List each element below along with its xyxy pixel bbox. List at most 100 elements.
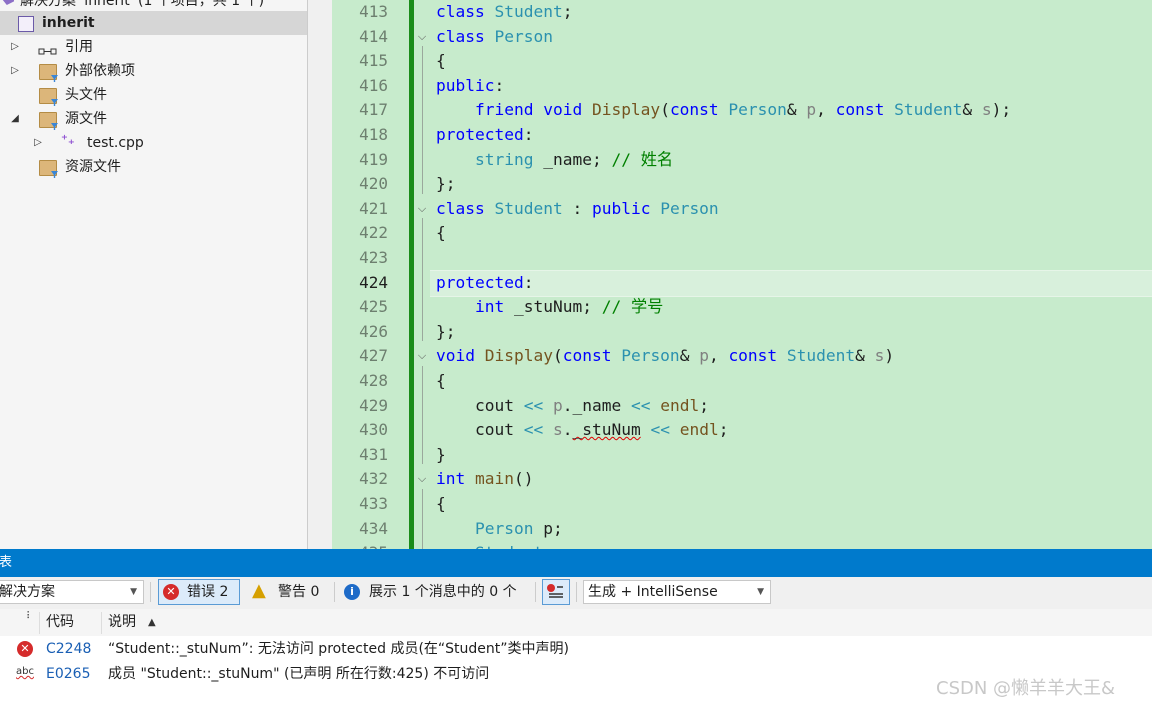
column-divider: [101, 612, 102, 634]
tree-item-external-deps[interactable]: ▷ 外部依赖项: [0, 59, 307, 83]
error-squiggle: _stuNum: [572, 420, 641, 440]
filter-folder-icon: [39, 160, 57, 176]
errors-filter-button[interactable]: ✕ 错误 2: [158, 579, 240, 605]
line-number: 421: [359, 198, 388, 218]
tree-item-label: 头文件: [65, 87, 107, 103]
line-number: 420: [359, 174, 388, 194]
cpp-project-icon: [18, 16, 34, 32]
column-divider: [39, 612, 40, 634]
code-line: protected:: [436, 125, 534, 144]
watermark: CSDN @懒羊羊大王&: [936, 678, 1116, 699]
tree-item-resource-files[interactable]: 资源文件: [0, 155, 307, 179]
line-number: 422: [359, 223, 388, 243]
table-row[interactable]: ✕ C2248 “Student::_stuNum”: 无法访问 protect…: [0, 637, 1152, 661]
line-number: 417: [359, 100, 388, 120]
filter-folder-icon: [39, 112, 57, 128]
code-line: {: [436, 494, 446, 513]
code-line: Student s;: [436, 541, 572, 549]
code-line: class Student;: [436, 2, 573, 21]
tree-item-references[interactable]: ▷ 引用: [0, 35, 307, 59]
error-description: 成员 "Student::_stuNum" (已声明 所在行数:425) 不可访…: [108, 666, 490, 682]
column-code[interactable]: 代码: [46, 609, 74, 636]
code-line: {: [436, 51, 446, 71]
code-line: int main(): [436, 469, 534, 489]
editor-left-margin: [308, 0, 332, 549]
expand-arrow-icon[interactable]: ▷: [9, 35, 21, 59]
scope-dropdown[interactable]: 解决方案 ▼: [0, 580, 144, 604]
expand-arrow-icon[interactable]: ▷: [32, 131, 44, 155]
warnings-filter-button[interactable]: ▲ 警告 0: [250, 580, 330, 604]
filter-list-icon: [546, 583, 564, 599]
chevron-down-icon: ▼: [757, 587, 764, 597]
scope-value: 解决方案: [0, 584, 55, 600]
tree-item-label: 引用: [65, 39, 93, 55]
code-line: class Student : public Person: [436, 198, 719, 218]
line-number: 419: [359, 149, 388, 169]
messages-filter-button[interactable]: i 展示 1 个消息中的 0 个: [343, 580, 533, 604]
current-line-number: 424: [359, 272, 388, 292]
visual-studio-icon: [2, 0, 14, 5]
expand-arrow-icon[interactable]: ▷: [9, 59, 21, 83]
line-number: 423: [359, 248, 388, 267]
line-number: 435: [332, 541, 388, 549]
line-number: 427: [359, 346, 388, 366]
code-line: };: [436, 174, 456, 194]
collapse-arrow-icon[interactable]: ◢: [9, 107, 21, 131]
filter-errors-toggle-button[interactable]: [542, 579, 570, 605]
tree-item-test-cpp[interactable]: ▷ ⁺₊ test.cpp: [0, 131, 307, 155]
error-list-toolbar: 解决方案 ▼ ✕ 错误 2 ▲ 警告 0 i 展示 1 个消息中的 0 个 生成…: [0, 577, 1152, 609]
references-icon: [38, 41, 58, 55]
toolbar-separator: [334, 582, 335, 602]
code-line: string _name; // 姓名: [474, 149, 674, 169]
code-line: int _stuNum; // 学号: [474, 297, 664, 317]
fold-guide: [422, 489, 423, 549]
tree-item-label: 外部依赖项: [65, 63, 135, 79]
line-number: 416: [359, 75, 388, 95]
warning-icon: ▲: [252, 580, 266, 601]
project-label: inherit: [42, 15, 95, 31]
line-number: 426: [359, 321, 388, 341]
line-number: 414: [359, 26, 388, 46]
column-options-icon[interactable]: ⠇: [26, 611, 33, 622]
line-number: 433: [359, 494, 388, 513]
line-number: 425: [359, 297, 388, 317]
solution-explorer: 解决方案 'inherit' (1 个项目，共 1 个) inherit ▷ 引…: [0, 0, 308, 549]
intellisense-error-icon: abc: [16, 666, 34, 677]
info-icon: i: [344, 584, 360, 600]
error-list-title-bar: 表: [0, 549, 1152, 577]
code-line: }: [436, 444, 446, 464]
line-number: 431: [359, 444, 388, 464]
code-line: friend void Display(const Person& p, con…: [474, 100, 1012, 120]
tree-item-label: 资源文件: [65, 159, 121, 175]
code-line: protected:: [436, 272, 534, 292]
line-number: 432: [359, 469, 388, 489]
tree-item-source-files[interactable]: ◢ 源文件: [0, 107, 307, 131]
error-list-title: 表: [0, 555, 13, 570]
fold-guide: [422, 366, 423, 464]
build-filter-dropdown[interactable]: 生成 + IntelliSense ▼: [583, 580, 771, 604]
messages-count-label: 展示 1 个消息中的 0 个: [369, 584, 517, 600]
line-number: 430: [359, 420, 388, 440]
change-tracking-bar: [409, 0, 414, 549]
warnings-count-label: 警告 0: [278, 584, 320, 600]
tree-item-header-files[interactable]: 头文件: [0, 83, 307, 107]
toolbar-separator: [535, 582, 536, 602]
error-code[interactable]: E0265: [46, 662, 90, 686]
line-number: 413: [359, 2, 388, 21]
code-line: };: [436, 321, 456, 341]
build-filter-value: 生成 + IntelliSense: [588, 584, 718, 600]
column-description[interactable]: 说明: [108, 609, 136, 636]
toolbar-separator: [576, 582, 577, 602]
code-line: class Person: [436, 26, 553, 46]
line-number: 429: [359, 395, 388, 415]
sort-ascending-icon: ▲: [148, 617, 156, 628]
code-line: {: [436, 371, 446, 390]
error-icon: ✕: [163, 584, 179, 600]
project-row[interactable]: inherit: [0, 11, 307, 35]
current-line-highlight: [430, 270, 1152, 297]
tree-item-label: test.cpp: [87, 135, 144, 151]
errors-count-label: 错误 2: [187, 584, 229, 600]
line-number: 415: [359, 51, 388, 71]
error-code[interactable]: C2248: [46, 637, 91, 661]
